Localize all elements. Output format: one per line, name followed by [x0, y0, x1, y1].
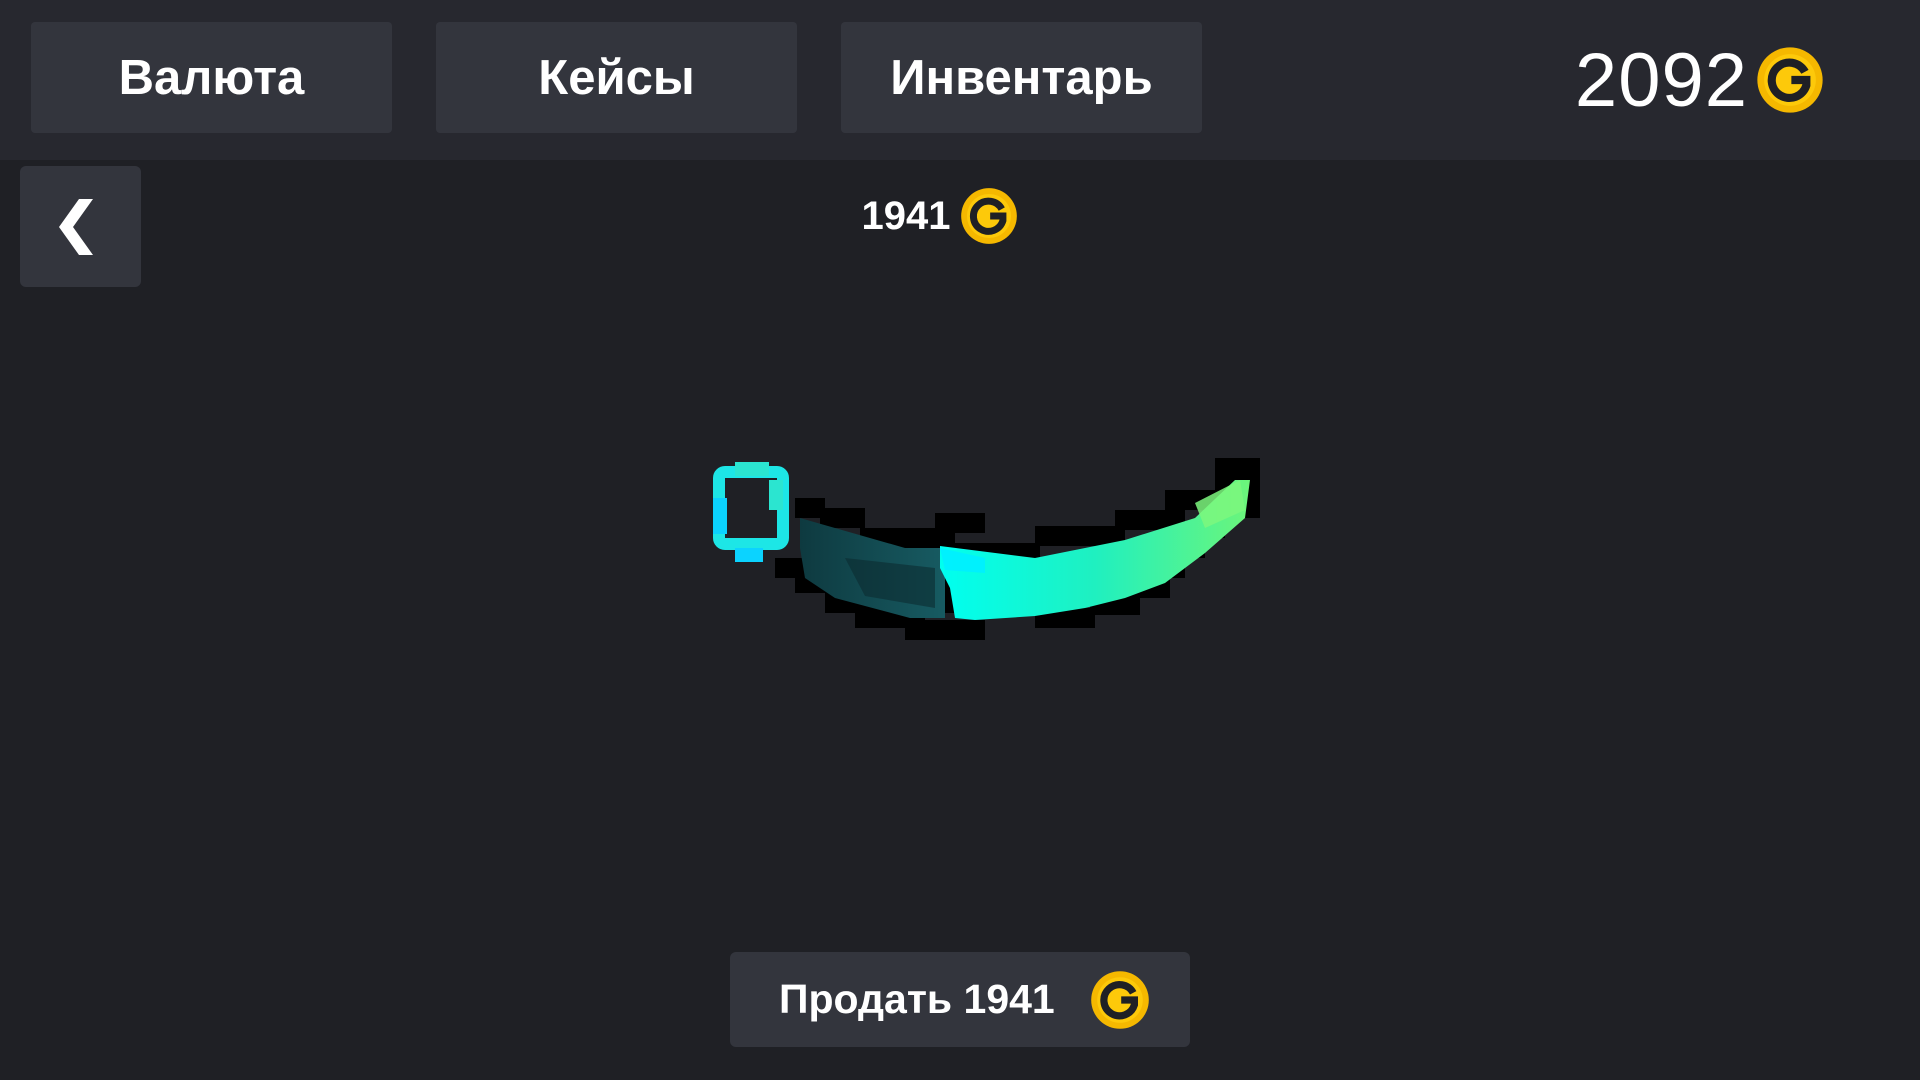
cases-tab-button[interactable]: Кейсы — [436, 22, 797, 133]
gold-coin-icon — [961, 188, 1018, 244]
inventory-tab-label: Инвентарь — [890, 50, 1153, 105]
inventory-tab-button[interactable]: Инвентарь — [841, 22, 1202, 133]
item-price: 1941 — [0, 184, 1920, 248]
cases-tab-label: Кейсы — [538, 50, 695, 105]
gold-coin-icon — [1757, 47, 1823, 113]
balance-value: 2092 — [1574, 37, 1748, 123]
currency-tab-button[interactable]: Валюта — [31, 22, 392, 133]
top-bar: Валюта Кейсы Инвентарь 2092 — [0, 0, 1920, 160]
balance-display: 2092 — [1575, 38, 1824, 123]
sell-button[interactable]: Продать 1941 — [730, 952, 1190, 1047]
karambit-knife-image — [713, 458, 1260, 640]
currency-tab-label: Валюта — [118, 50, 305, 105]
gold-coin-icon — [1091, 971, 1149, 1029]
app-root: Валюта Кейсы Инвентарь 2092 1941 Продать… — [0, 0, 1920, 1080]
item-price-value: 1941 — [861, 193, 951, 238]
sell-button-label: Продать 1941 — [779, 976, 1055, 1022]
